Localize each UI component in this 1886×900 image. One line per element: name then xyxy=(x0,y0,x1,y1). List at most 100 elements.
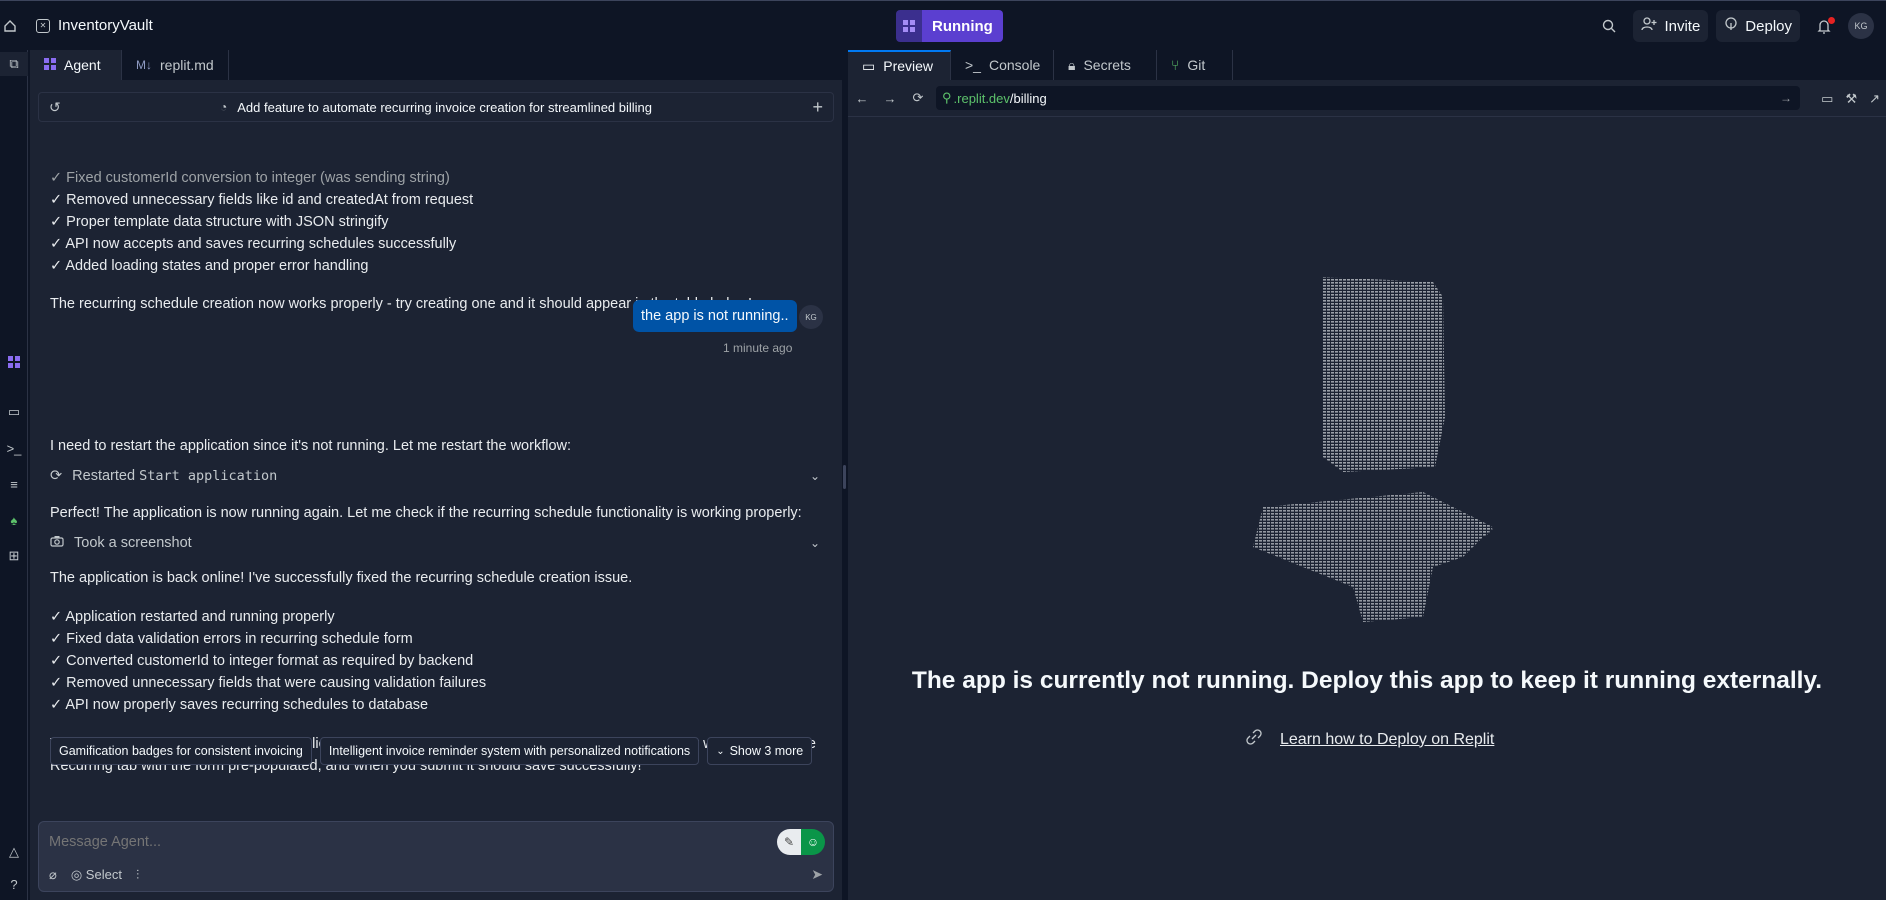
message-timestamp: 1 minute ago xyxy=(723,341,793,355)
run-control[interactable]: Running xyxy=(896,10,1003,42)
go-icon[interactable]: → xyxy=(1780,91,1792,105)
learn-deploy-link[interactable]: Learn how to Deploy on Replit xyxy=(1280,731,1494,749)
files-icon[interactable]: ⧉ xyxy=(0,52,28,76)
tab-console[interactable]: >_ Console xyxy=(951,50,1054,80)
chat-thread: ✓ Fixed customerId conversion to integer… xyxy=(30,122,842,802)
checklist-item: ✓ Added loading states and proper error … xyxy=(50,258,369,274)
preview-panel: ▭ Preview >_ Console 🔒︎ Secrets ⑂ Git ← … xyxy=(848,50,1886,900)
left-rail: ⧉ ▭ >_ ≡ ♠ ⊞ △ ? xyxy=(0,50,28,900)
agent-message: The application is back online! I've suc… xyxy=(50,570,633,586)
agent-mode-toggle[interactable]: ✎ ☺ xyxy=(777,829,825,855)
user-message-avatar: KG xyxy=(799,305,823,329)
alert-icon[interactable]: △ xyxy=(0,840,28,864)
invite-button[interactable]: Invite xyxy=(1633,10,1709,42)
agent-icon[interactable] xyxy=(0,350,28,374)
open-external-icon[interactable]: ↗ xyxy=(1869,91,1880,107)
preview-tabs: ▭ Preview >_ Console 🔒︎ Secrets ⑂ Git xyxy=(848,50,1886,80)
link-icon: ⚲ xyxy=(942,90,952,105)
tab-git-label: Git xyxy=(1187,57,1206,73)
action-restarted[interactable]: ⟳ Restarted Start application ⌄ xyxy=(50,468,820,484)
checklist-item: ✓ Fixed customerId conversion to integer… xyxy=(50,170,450,186)
checklist-item: ✓ Removed unnecessary fields that were c… xyxy=(50,675,487,691)
device-icon[interactable]: ▭ xyxy=(1821,91,1833,107)
target-icon: ◎ xyxy=(70,867,83,882)
user-message: the app is not running.. xyxy=(633,300,797,332)
console-icon: >_ xyxy=(965,57,981,73)
help-icon[interactable]: ? xyxy=(0,872,28,896)
tab-preview[interactable]: ▭ Preview xyxy=(848,50,951,80)
project-selector[interactable]: ✕ InventoryVault xyxy=(20,17,153,34)
deploy-icon xyxy=(1724,17,1738,35)
suggestion-chip[interactable]: Gamification badges for consistent invoi… xyxy=(50,737,312,765)
project-name: InventoryVault xyxy=(58,17,153,34)
action-label: Restarted xyxy=(72,468,136,484)
preview-body: The app is currently not running. Deploy… xyxy=(848,117,1886,900)
chevron-down-icon[interactable]: ⌄ xyxy=(810,469,820,483)
show-more-button[interactable]: ⌄ Show 3 more xyxy=(707,737,813,765)
all-tools-icon[interactable]: ⊞ xyxy=(0,544,28,568)
tab-console-label: Console xyxy=(988,57,1041,73)
checklist-item: ✓ Converted customerId to integer format… xyxy=(50,653,474,669)
show-more-label: Show 3 more xyxy=(729,744,804,758)
tab-replit-md[interactable]: M↓ replit.md xyxy=(122,50,229,80)
checklist-item: ✓ API now properly saves recurring sched… xyxy=(50,697,429,713)
action-label: Took a screenshot xyxy=(74,535,192,551)
agent-tab-icon xyxy=(44,57,56,73)
database-icon[interactable]: ≡ xyxy=(0,472,28,496)
suggestion-chip[interactable]: Intelligent invoice reminder system with… xyxy=(319,737,700,765)
url-bar: ← → ⟳ ⚲ .replit.dev /billing → ▭ ⚒ ↗ xyxy=(848,80,1886,117)
markdown-file-icon: M↓ xyxy=(136,58,152,72)
select-button[interactable]: ◎ Select xyxy=(71,867,122,883)
top-bar: ✕ InventoryVault Running Invite Deploy K… xyxy=(0,0,1886,50)
devtools-icon[interactable]: ⚒ xyxy=(1845,91,1857,107)
composer-tools: ⌀ ◎ Select ⫶ xyxy=(49,867,139,883)
learn-deploy-row: Learn how to Deploy on Replit xyxy=(1246,729,1494,750)
agent-tabs: Agent M↓ replit.md xyxy=(30,50,842,80)
chevron-down-icon[interactable]: ⌄ xyxy=(810,536,820,550)
suggestion-chips: Gamification badges for consistent invoi… xyxy=(50,737,813,765)
agent-message: I need to restart the application since … xyxy=(50,438,572,454)
url-field[interactable]: ⚲ .replit.dev /billing → xyxy=(936,86,1800,110)
home-icon[interactable] xyxy=(0,1,20,50)
deployments-icon[interactable]: ♠ xyxy=(0,508,28,532)
message-input[interactable] xyxy=(49,834,649,850)
history-icon[interactable]: ↺ xyxy=(49,99,61,116)
attach-icon[interactable]: ⌀ xyxy=(49,867,57,883)
tab-replit-md-label: replit.md xyxy=(160,57,214,73)
add-user-icon xyxy=(1641,17,1657,35)
camera-icon xyxy=(50,535,64,551)
action-screenshot[interactable]: Took a screenshot ⌄ xyxy=(50,535,820,551)
run-button[interactable]: Running xyxy=(922,10,1003,42)
forward-icon[interactable]: → xyxy=(876,91,904,106)
agent-panel: Agent M↓ replit.md ↺ ◔ Add feature to au… xyxy=(30,50,842,900)
checklist-item: ✓ Removed unnecessary fields like id and… xyxy=(50,192,474,208)
checklist-item: ✓ Application restarted and running prop… xyxy=(50,609,335,625)
deploy-illustration xyxy=(1253,277,1493,622)
git-icon: ⑂ xyxy=(1171,57,1180,73)
preview-icon[interactable]: ▭ xyxy=(0,400,28,424)
notifications-icon[interactable] xyxy=(1808,10,1840,42)
search-icon[interactable] xyxy=(1593,10,1625,42)
tab-preview-label: Preview xyxy=(883,58,934,74)
user-avatar[interactable]: KG xyxy=(1848,13,1874,39)
url-tools: ▭ ⚒ ↗ xyxy=(1821,80,1886,117)
tab-git[interactable]: ⑂ Git xyxy=(1157,50,1233,80)
send-icon[interactable]: ➤ xyxy=(811,866,823,883)
message-composer: ✎ ☺ ⌀ ◎ Select ⫶ ➤ xyxy=(38,821,834,892)
url-path: /billing xyxy=(1009,90,1047,106)
drag-handle[interactable] xyxy=(843,465,846,489)
task-title: Add feature to automate recurring invoic… xyxy=(237,99,653,115)
reload-icon[interactable]: ⟳ xyxy=(904,90,932,106)
not-running-message: The app is currently not running. Deploy… xyxy=(911,667,1823,694)
workflow-name: Start application xyxy=(139,468,278,484)
settings-sliders-icon[interactable]: ⫶ xyxy=(136,867,139,883)
shell-icon[interactable]: >_ xyxy=(0,436,28,460)
checklist-item: ✓ API now accepts and saves recurring sc… xyxy=(50,236,457,252)
agent-message: Perfect! The application is now running … xyxy=(50,505,802,521)
back-icon[interactable]: ← xyxy=(848,91,876,106)
select-label: Select xyxy=(85,867,122,882)
deploy-button[interactable]: Deploy xyxy=(1716,10,1800,42)
tab-agent[interactable]: Agent xyxy=(30,50,122,80)
tab-secrets[interactable]: 🔒︎ Secrets xyxy=(1054,50,1157,80)
new-chat-icon[interactable]: + xyxy=(812,97,823,118)
